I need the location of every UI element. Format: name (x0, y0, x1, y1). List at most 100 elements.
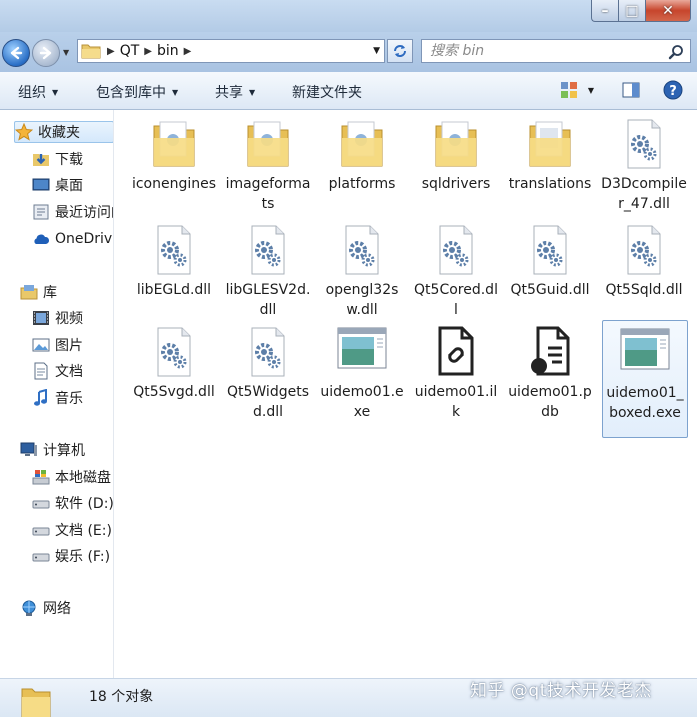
nav-item-libraries[interactable]: 库 (20, 281, 57, 303)
drive-icon (32, 553, 50, 562)
file-item-uidemo01-pdb[interactable]: uidemo01.pdb (507, 324, 593, 422)
file-name: Qt5Svgd.dll (133, 384, 215, 400)
file-item-uidemo01-boxed-exe[interactable]: uidemo01_boxed.exe (602, 320, 688, 438)
share-button[interactable]: 共享 ▼ (215, 82, 255, 102)
file-item-imageformats[interactable]: imageformats (225, 116, 311, 214)
database-file-icon (531, 326, 570, 376)
file-name: Qt5Cored.dll (414, 282, 498, 318)
item-count: 18 个对象 (89, 689, 154, 705)
file-item-d3dcompiler[interactable]: D3Dcompiler_47.dll (601, 116, 687, 214)
close-icon: ✕ (662, 2, 674, 19)
file-item-qt5widgetsd[interactable]: Qt5Widgetsd.dll (225, 324, 311, 422)
refresh-icon (394, 45, 406, 57)
organize-button[interactable]: 组织 ▼ (18, 82, 58, 102)
dll-gear-icon (627, 225, 661, 275)
search-box (421, 39, 691, 63)
nav-item-network[interactable]: 网络 (20, 597, 71, 619)
music-note-icon (34, 389, 47, 406)
nav-item-drive-e[interactable]: 文档 (E:) (32, 519, 112, 541)
title-bar: – □ ✕ (0, 0, 697, 32)
file-item-qt5cored[interactable]: Qt5Cored.dll (413, 222, 499, 320)
nav-label: 计算机 (43, 443, 85, 459)
file-item-translations[interactable]: translations (507, 116, 593, 194)
nav-item-documents[interactable]: 文档 (32, 360, 83, 382)
include-library-button[interactable]: 包含到库中 ▼ (96, 82, 178, 102)
drive-icon (32, 527, 50, 536)
preview-pane-button[interactable] (620, 80, 642, 100)
folder-icon (21, 688, 51, 717)
nav-label: 图片 (55, 338, 83, 354)
dll-gear-icon (627, 119, 661, 169)
nav-label: 收藏夹 (38, 125, 80, 141)
file-name: opengl32sw.dll (325, 282, 399, 318)
nav-item-recent[interactable]: 最近访问的位置 (32, 201, 113, 223)
file-name: Qt5Guid.dll (510, 282, 590, 298)
dll-gear-icon (157, 225, 191, 275)
forward-button[interactable] (32, 39, 60, 67)
command-bar: 组织 ▼ 包含到库中 ▼ 共享 ▼ 新建文件夹 ▼ ? (0, 72, 697, 110)
chevron-down-icon[interactable]: ▼ (373, 46, 380, 56)
nav-label: 文档 (55, 364, 83, 380)
file-item-libglesv2d[interactable]: libGLESV2d.dll (225, 222, 311, 320)
file-name: translations (508, 176, 592, 192)
view-grid-icon (561, 82, 577, 98)
file-name: imageformats (225, 176, 311, 212)
nav-label: OneDrive (55, 231, 113, 247)
file-item-qt5svgd[interactable]: Qt5Svgd.dll (131, 324, 217, 402)
file-item-sqldrivers[interactable]: sqldrivers (413, 116, 499, 194)
application-window-icon (337, 327, 387, 369)
nav-item-desktop[interactable]: 桌面 (32, 174, 83, 196)
search-icon[interactable] (668, 44, 684, 60)
file-name: libGLESV2d.dll (225, 282, 311, 318)
nav-item-downloads[interactable]: 下载 (32, 148, 83, 170)
minimize-button[interactable]: – (591, 0, 618, 22)
close-button[interactable]: ✕ (645, 0, 691, 22)
help-button[interactable]: ? (662, 80, 684, 100)
folder-icon (153, 121, 195, 167)
file-item-iconengines[interactable]: iconengines (131, 116, 217, 194)
file-item-platforms[interactable]: platforms (319, 116, 405, 194)
breadcrumb-qt[interactable]: QT (120, 43, 140, 59)
download-folder-icon (33, 154, 49, 166)
file-item-uidemo01-exe[interactable]: uidemo01.exe (319, 324, 405, 422)
nav-item-local-disk[interactable]: 本地磁盘 (32, 466, 111, 488)
nav-item-music[interactable]: 音乐 (32, 387, 83, 409)
nav-item-onedrive[interactable]: OneDrive (32, 228, 113, 250)
file-item-qt5guid[interactable]: Qt5Guid.dll (507, 222, 593, 300)
view-dropdown[interactable]: ▼ (584, 80, 598, 100)
file-item-opengl32sw[interactable]: opengl32sw.dll (319, 222, 405, 320)
file-name: sqldrivers (421, 176, 491, 192)
nav-item-favorites[interactable]: 收藏夹 (14, 121, 113, 143)
nav-item-computer[interactable]: 计算机 (20, 439, 85, 461)
refresh-button[interactable] (387, 39, 413, 63)
dll-gear-icon (439, 225, 473, 275)
address-row: ▼ ▶ QT ▶ bin ▶ ▼ (0, 32, 697, 72)
star-icon (15, 123, 33, 141)
nav-item-drive-d[interactable]: 软件 (D:) (32, 492, 113, 514)
search-input[interactable] (422, 43, 652, 59)
video-icon (33, 311, 49, 325)
file-item-libegld[interactable]: libEGLd.dll (131, 222, 217, 300)
address-bar[interactable]: ▶ QT ▶ bin ▶ ▼ (77, 39, 385, 63)
file-name: Qt5Sqld.dll (605, 282, 683, 298)
nav-item-pictures[interactable]: 图片 (32, 334, 83, 356)
chevron-down-icon: ▼ (587, 85, 595, 95)
library-icon (20, 285, 38, 300)
maximize-button[interactable]: □ (618, 0, 645, 22)
dll-gear-icon (251, 327, 285, 377)
navigation-pane: 收藏夹 下载 桌面 最近访问的位置 OneDrive 库 视频 图片 文档 音乐… (0, 110, 114, 678)
view-options-button[interactable] (558, 80, 580, 100)
dll-gear-icon (345, 225, 379, 275)
back-button[interactable] (2, 39, 30, 67)
nav-item-videos[interactable]: 视频 (32, 307, 83, 329)
file-item-qt5sqld[interactable]: Qt5Sqld.dll (601, 222, 687, 300)
dll-gear-icon (251, 225, 285, 275)
nav-item-drive-f[interactable]: 娱乐 (F:) (32, 545, 110, 567)
breadcrumb-bin[interactable]: bin (157, 43, 179, 59)
file-item-uidemo01-ilk[interactable]: uidemo01.ilk (413, 324, 499, 422)
nav-label: 网络 (43, 601, 71, 617)
recent-pages-dropdown[interactable]: ▼ (63, 48, 73, 58)
new-folder-button[interactable]: 新建文件夹 (292, 82, 362, 102)
recent-places-icon (33, 204, 49, 220)
picture-icon (32, 338, 50, 352)
